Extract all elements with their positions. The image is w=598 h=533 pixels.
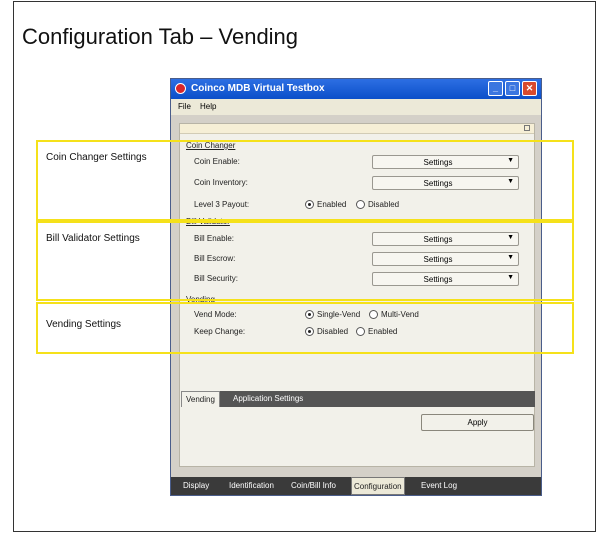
tab-identification[interactable]: Identification: [229, 477, 274, 495]
tab-configuration[interactable]: Configuration: [351, 477, 405, 495]
tab-coin-bill-info[interactable]: Coin/Bill Info: [291, 477, 336, 495]
tab-display[interactable]: Display: [183, 477, 209, 495]
menu-help[interactable]: Help: [200, 102, 216, 111]
maximize-button[interactable]: □: [505, 81, 520, 96]
config-subtabs: Vending Application Settings: [181, 391, 535, 407]
close-button[interactable]: ✕: [522, 81, 537, 96]
panel-header-strip: [180, 124, 534, 134]
tab-vending[interactable]: Vending: [181, 391, 220, 407]
tab-application-settings[interactable]: Application Settings: [229, 391, 307, 407]
tab-event-log[interactable]: Event Log: [421, 477, 457, 495]
title-bar[interactable]: Coinco MDB Virtual Testbox _ □ ✕: [171, 79, 541, 99]
main-tabs: Display Identification Coin/Bill Info Co…: [171, 477, 541, 495]
coin-changer-annotation: Coin Changer Settings: [46, 152, 147, 163]
menu-bar: File Help: [171, 99, 541, 115]
apply-button[interactable]: Apply: [421, 414, 534, 431]
collapse-icon[interactable]: [524, 125, 530, 131]
vending-annotation: Vending Settings: [46, 319, 122, 330]
minimize-button[interactable]: _: [488, 81, 503, 96]
slide-title: Configuration Tab – Vending: [22, 24, 299, 49]
menu-file[interactable]: File: [178, 102, 191, 111]
bill-validator-annotation: Bill Validator Settings: [46, 233, 140, 244]
window-title: Coinco MDB Virtual Testbox: [191, 83, 325, 94]
app-logo-icon: [175, 83, 186, 94]
